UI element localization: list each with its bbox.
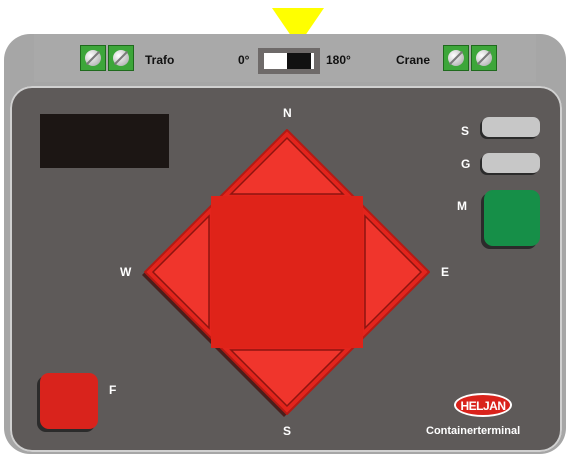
g-button[interactable]: [482, 153, 540, 173]
heljan-logo: HELJAN: [454, 393, 512, 417]
screw-icon: [85, 50, 101, 66]
s-button[interactable]: [482, 117, 540, 137]
arrow-right-icon: [364, 214, 423, 330]
angle-max-label: 180°: [326, 53, 351, 67]
arrow-up-icon: [229, 136, 345, 195]
trafo-label: Trafo: [145, 53, 175, 67]
m-button[interactable]: [484, 190, 540, 246]
south-label: S: [283, 424, 292, 438]
f-button-label: F: [109, 383, 117, 397]
crane-terminal-2[interactable]: [471, 45, 497, 71]
direction-pad-center: [211, 196, 363, 348]
s-button-label: S: [461, 124, 470, 138]
crane-label: Crane: [396, 53, 431, 67]
screw-icon: [113, 50, 129, 66]
screw-icon: [448, 50, 464, 66]
m-button-label: M: [457, 199, 467, 213]
f-button[interactable]: [40, 373, 98, 429]
screw-icon: [476, 50, 492, 66]
crane-terminal-1[interactable]: [443, 45, 469, 71]
rotation-switch-knob[interactable]: [287, 53, 311, 69]
east-label: E: [441, 265, 450, 279]
west-label: W: [120, 265, 132, 279]
g-button-label: G: [461, 157, 471, 171]
brand-subtitle: Containerterminal: [426, 425, 521, 437]
heljan-logo-mark: HELJAN: [460, 399, 506, 413]
trafo-terminal-2[interactable]: [108, 45, 134, 71]
direction-pad: [142, 129, 430, 417]
north-label: N: [283, 106, 292, 120]
arrow-right-button[interactable]: [364, 214, 423, 330]
arrow-up-button[interactable]: [229, 136, 345, 195]
trafo-terminal-1[interactable]: [80, 45, 106, 71]
heljan-logo-text: HELJAN: [460, 399, 505, 413]
angle-min-label: 0°: [238, 53, 250, 67]
